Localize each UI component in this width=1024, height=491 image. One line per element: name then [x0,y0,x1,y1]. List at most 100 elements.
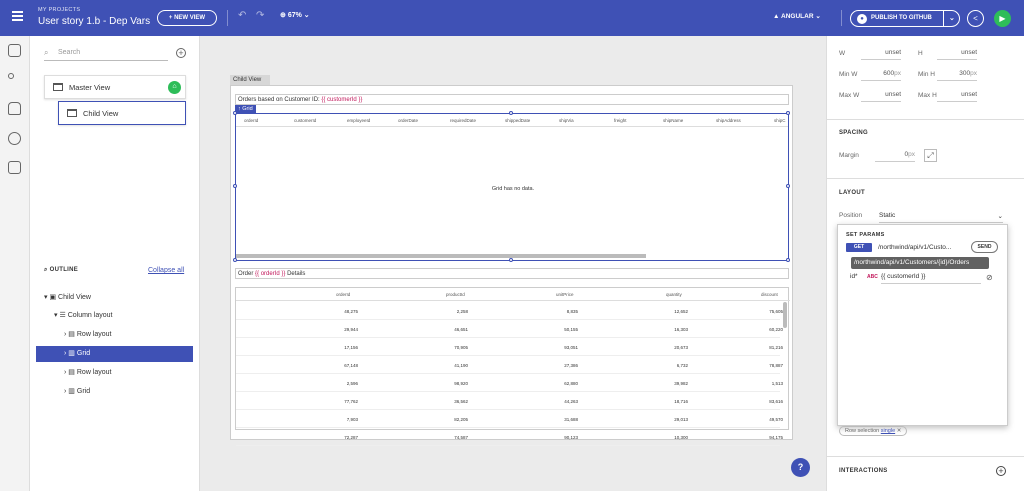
table-row[interactable]: 48,275 2,258 8,835 12,652 75,605 [236,302,783,320]
width-input[interactable]: unset [861,49,901,60]
menu-icon[interactable] [12,11,23,21]
framework-selector[interactable]: ▲ ANGULAR ⌄ [773,12,821,20]
add-view-icon[interactable]: + [176,48,186,58]
resize-handle[interactable] [509,111,513,115]
column-header[interactable]: employeeId [347,118,370,123]
order-details-label[interactable]: Order {{ orderId }} Details [235,268,789,279]
chevron-down-icon[interactable]: ⌄ [949,14,955,22]
min-height-input[interactable]: 300px [937,70,977,81]
order-details-grid[interactable]: orderId productId unitPrice quantity discoun… [235,287,790,446]
breadcrumb[interactable]: MY PROJECTS [38,7,80,13]
tree-item-child-view[interactable]: ▾ ▣ Child View [44,290,91,306]
column-header[interactable]: requiredDate [450,118,476,123]
chevron-down-icon[interactable]: ▾ [44,294,48,301]
close-icon[interactable]: ✕ [897,428,902,434]
column-header[interactable]: freight [614,118,627,123]
table-row[interactable]: 67,148 41,190 27,386 6,732 78,887 [236,356,783,374]
assets-icon[interactable] [8,161,21,174]
column-header[interactable]: shippedDate [505,118,530,123]
table-cell: 48,275 [344,309,358,314]
add-interaction-icon[interactable]: + [996,466,1006,476]
publish-github-button[interactable]: ● PUBLISH TO GITHUB ⌄ [850,10,960,27]
tree-item-grid[interactable]: › ▥ Grid [36,346,193,362]
view-card-master[interactable]: Master View ⌂ [44,75,186,99]
tree-item-column-layout[interactable]: ▾ ☰ Column layout [54,308,112,324]
view-label: Child View [83,109,119,118]
data-icon[interactable] [8,102,21,115]
redo-icon[interactable]: ↷ [256,10,264,21]
column-header[interactable]: unitPrice [556,292,574,297]
column-header[interactable]: orderDate [398,118,418,123]
table-row[interactable]: 2,596 98,920 62,880 39,982 1,513 [236,374,783,392]
table-cell: 94,175 [769,435,783,440]
column-header[interactable]: customerId [294,118,316,123]
collapse-all-link[interactable]: Collapse all [148,267,184,274]
table-row[interactable]: 17,156 70,905 93,051 20,673 81,216 [236,338,783,356]
position-select[interactable]: Static ⌄ [879,212,1003,223]
resize-handle[interactable] [233,258,237,262]
column-header[interactable]: shipName [663,118,683,123]
row-selection-chip[interactable]: Row selection single ✕ [839,426,908,436]
table-row[interactable]: 77,762 36,562 44,263 18,716 83,616 [236,392,783,410]
resize-handle[interactable] [786,258,790,262]
column-header[interactable]: shipC [774,118,786,123]
grid-icon: ▥ [68,350,75,357]
unlink-icon[interactable]: ⊘ [986,273,993,282]
undo-icon[interactable]: ↶ [238,10,246,21]
height-input[interactable]: unset [937,49,977,60]
column-header[interactable]: shipVia [559,118,574,123]
tree-item-row-layout[interactable]: › ▤ Row layout [64,327,112,343]
expand-icon[interactable]: ⤢ [924,149,937,162]
orders-grid[interactable]: orderId customerId employeeId orderDate requ… [235,113,789,261]
vertical-scrollbar[interactable] [783,302,787,328]
help-button[interactable]: ? [791,458,810,477]
chevron-right-icon[interactable]: › [64,388,66,395]
tree-item-row-layout[interactable]: › ▤ Row layout [64,365,112,381]
share-icon[interactable]: < [967,10,984,27]
home-icon[interactable]: ⌂ [168,81,181,94]
components-icon[interactable] [8,73,14,79]
param-id-input[interactable]: {{ customerId }} [881,273,981,284]
palette-icon[interactable] [8,132,21,145]
resize-handle[interactable] [509,258,513,262]
max-height-input[interactable]: unset [937,91,977,102]
chevron-right-icon[interactable]: › [64,350,66,357]
horizontal-scrollbar[interactable] [236,254,646,258]
chevron-down-icon[interactable]: ▾ [54,312,58,319]
child-view-frame[interactable]: Orders based on Customer ID: {{ customer… [230,85,793,446]
chevron-right-icon[interactable]: › [64,369,66,376]
column-header[interactable]: orderId [244,118,258,123]
search-input[interactable]: ⌕ Search [44,45,168,61]
max-width-input[interactable]: unset [861,91,901,102]
orders-label[interactable]: Orders based on Customer ID: {{ customer… [235,94,789,105]
tag-label: Grid [242,106,253,112]
column-header[interactable]: productId [446,292,465,297]
tree-item-grid[interactable]: › ▥ Grid [64,384,90,400]
resize-handle[interactable] [786,184,790,188]
zoom-control[interactable]: ⊕ 67% ⌄ [280,11,310,19]
column-header[interactable]: quantity [666,292,682,297]
chip-value[interactable]: single [881,428,895,434]
min-width-input[interactable]: 600px [861,70,901,81]
view-card-child[interactable]: Child View [58,101,186,125]
column-header[interactable]: orderId [336,292,350,297]
resize-handle[interactable] [786,111,790,115]
column-header[interactable]: discount [761,292,778,297]
views-panel: ⌕ Search + Master View ⌂ Child View ⌕ OU… [30,36,200,491]
divider [827,119,1024,120]
send-button[interactable]: SEND [971,241,998,253]
margin-input[interactable]: 0px [875,151,915,162]
table-cell: 41,190 [454,363,468,368]
design-canvas[interactable]: Child View Orders based on Customer ID: … [200,36,826,491]
table-row[interactable]: 7,903 82,205 31,688 29,013 49,570 [236,410,783,428]
views-icon[interactable] [8,44,21,57]
chevron-right-icon[interactable]: › [64,331,66,338]
resize-handle[interactable] [233,184,237,188]
column-header[interactable]: shipAddress [716,118,741,123]
resize-handle[interactable] [233,111,237,115]
table-row[interactable]: 72,287 74,587 90,123 10,300 94,175 [236,428,783,446]
column-layout-icon: ☰ [59,312,66,319]
run-button[interactable]: ▶ [994,10,1011,27]
new-view-button[interactable]: + NEW VIEW [157,10,217,26]
table-row[interactable]: 29,944 46,651 50,155 16,303 60,220 [236,320,783,338]
